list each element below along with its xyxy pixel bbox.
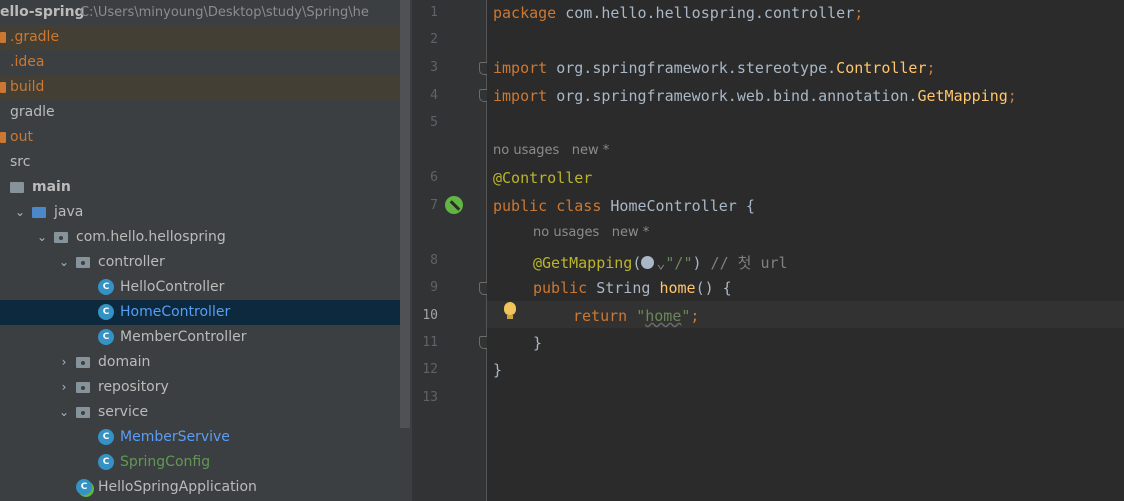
tree-item-label: .gradle: [10, 29, 60, 45]
chevron-right-icon[interactable]: ›: [58, 375, 70, 400]
folder-icon: [0, 82, 6, 93]
tree-item-label: main: [32, 179, 71, 195]
chevron-right-icon[interactable]: ›: [58, 350, 70, 375]
tree-item[interactable]: C SpringConfig: [0, 450, 400, 475]
tree-item[interactable]: .gradle: [0, 25, 400, 50]
tree-item[interactable]: gradle: [0, 100, 400, 125]
chevron-down-icon[interactable]: ⌄: [58, 250, 70, 275]
tree-item[interactable]: ⌄ controller: [0, 250, 400, 275]
tree-item-label: MemberServive: [120, 429, 230, 445]
lightbulb-icon[interactable]: [504, 302, 516, 319]
code-vision-hint[interactable]: no usages new *: [493, 143, 609, 158]
line-number: 11: [422, 335, 438, 350]
tree-item[interactable]: src: [0, 150, 400, 175]
code-line-3: import org.springframework.stereotype.Co…: [493, 59, 936, 77]
project-path: C:\Users\minyoung\Desktop\study\Spring\h…: [80, 5, 369, 20]
code-line-9: public String home() {: [533, 279, 732, 297]
tree-item[interactable]: › domain: [0, 350, 400, 375]
tree-item[interactable]: C MemberServive: [0, 425, 400, 450]
code-line-8: @GetMapping(⌄"/") // 첫 url: [533, 254, 788, 272]
tree-item[interactable]: .idea: [0, 50, 400, 75]
tree-item-label: java: [54, 204, 84, 220]
code-line-12: }: [493, 361, 503, 379]
line-number: 4: [430, 88, 438, 103]
tree-item[interactable]: › repository: [0, 375, 400, 400]
folder-icon: [32, 207, 46, 218]
tree-item[interactable]: main: [0, 175, 400, 200]
java-class-icon: C: [98, 454, 114, 470]
folder-icon: [0, 32, 6, 43]
line-number: 6: [430, 170, 438, 185]
code-editor[interactable]: package com.hello.hellospring.controller…: [487, 0, 1124, 501]
code-line-11: }: [533, 334, 543, 352]
tree-item[interactable]: C HelloSpringApplication: [0, 475, 400, 500]
spring-app-class-icon: C: [76, 479, 92, 495]
bean-run-icon[interactable]: [445, 196, 463, 214]
tree-item[interactable]: ⌄ java: [0, 200, 400, 225]
line-number: 1: [430, 5, 438, 20]
tree-item-label: service: [98, 404, 149, 420]
tree-item-label: out: [10, 129, 33, 145]
code-line-10: return "home";: [573, 307, 700, 325]
folder-icon: [10, 182, 24, 193]
package-icon: [76, 357, 90, 368]
tree-item[interactable]: C HomeController: [0, 300, 400, 325]
package-icon: [54, 232, 68, 243]
tree-item-label: HelloSpringApplication: [98, 479, 257, 495]
chevron-down-icon[interactable]: ⌄: [14, 200, 26, 225]
tree-item-label: MemberController: [120, 329, 247, 345]
tree-item-label: HomeController: [120, 304, 231, 320]
tree-item[interactable]: C MemberController: [0, 325, 400, 350]
code-line-7: public class HomeController {: [493, 197, 755, 215]
tree-item-label: controller: [98, 254, 165, 270]
line-number: 10: [422, 308, 438, 323]
tree-item[interactable]: ⌄ com.hello.hellospring: [0, 225, 400, 250]
chevron-down-icon[interactable]: ⌄: [36, 225, 48, 250]
code-line-4: import org.springframework.web.bind.anno…: [493, 87, 1017, 105]
tree-item-label: repository: [98, 379, 169, 395]
project-tree: ello-spring C:\Users\minyoung\Desktop\st…: [0, 0, 412, 501]
java-class-icon: C: [98, 279, 114, 295]
chevron-down-icon[interactable]: ⌄: [58, 400, 70, 425]
tree-scrollbar[interactable]: [400, 0, 410, 428]
tree-item[interactable]: build: [0, 75, 400, 100]
folder-icon: [0, 132, 6, 143]
line-number: 2: [430, 32, 438, 47]
java-class-icon: C: [98, 304, 114, 320]
line-number: 13: [422, 390, 438, 405]
project-root-row[interactable]: ello-spring C:\Users\minyoung\Desktop\st…: [0, 0, 400, 25]
tree-item[interactable]: ⌄ service: [0, 400, 400, 425]
line-number: 12: [422, 362, 438, 377]
tree-item-label: build: [10, 79, 45, 95]
line-number: 3: [430, 60, 438, 75]
globe-icon[interactable]: [641, 256, 655, 269]
tree-item-label: domain: [98, 354, 151, 370]
tree-item[interactable]: C HelloController: [0, 275, 400, 300]
tree-item[interactable]: out: [0, 125, 400, 150]
line-number: 5: [430, 115, 438, 130]
tree-item-label: .idea: [10, 54, 45, 70]
line-number: 9: [430, 280, 438, 295]
tree-item-label: HelloController: [120, 279, 225, 295]
java-class-icon: C: [98, 329, 114, 345]
editor-gutter: 1 2 3 4 5 6 7 8 9 10 11 12 13: [412, 0, 491, 501]
code-line-6: @Controller: [493, 169, 593, 187]
project-name: ello-spring: [0, 4, 85, 20]
package-icon: [76, 407, 90, 418]
tree-item-label: gradle: [10, 104, 55, 120]
java-class-icon: C: [98, 429, 114, 445]
code-line-1: package com.hello.hellospring.controller…: [493, 4, 864, 22]
tree-item-label: src: [10, 154, 31, 170]
line-number: 7: [430, 198, 438, 213]
package-icon: [76, 382, 90, 393]
tree-item-label: SpringConfig: [120, 454, 211, 470]
tree-item-label: com.hello.hellospring: [76, 229, 226, 245]
code-vision-hint[interactable]: no usages new *: [533, 225, 649, 240]
package-icon: [76, 257, 90, 268]
line-number: 8: [430, 253, 438, 268]
